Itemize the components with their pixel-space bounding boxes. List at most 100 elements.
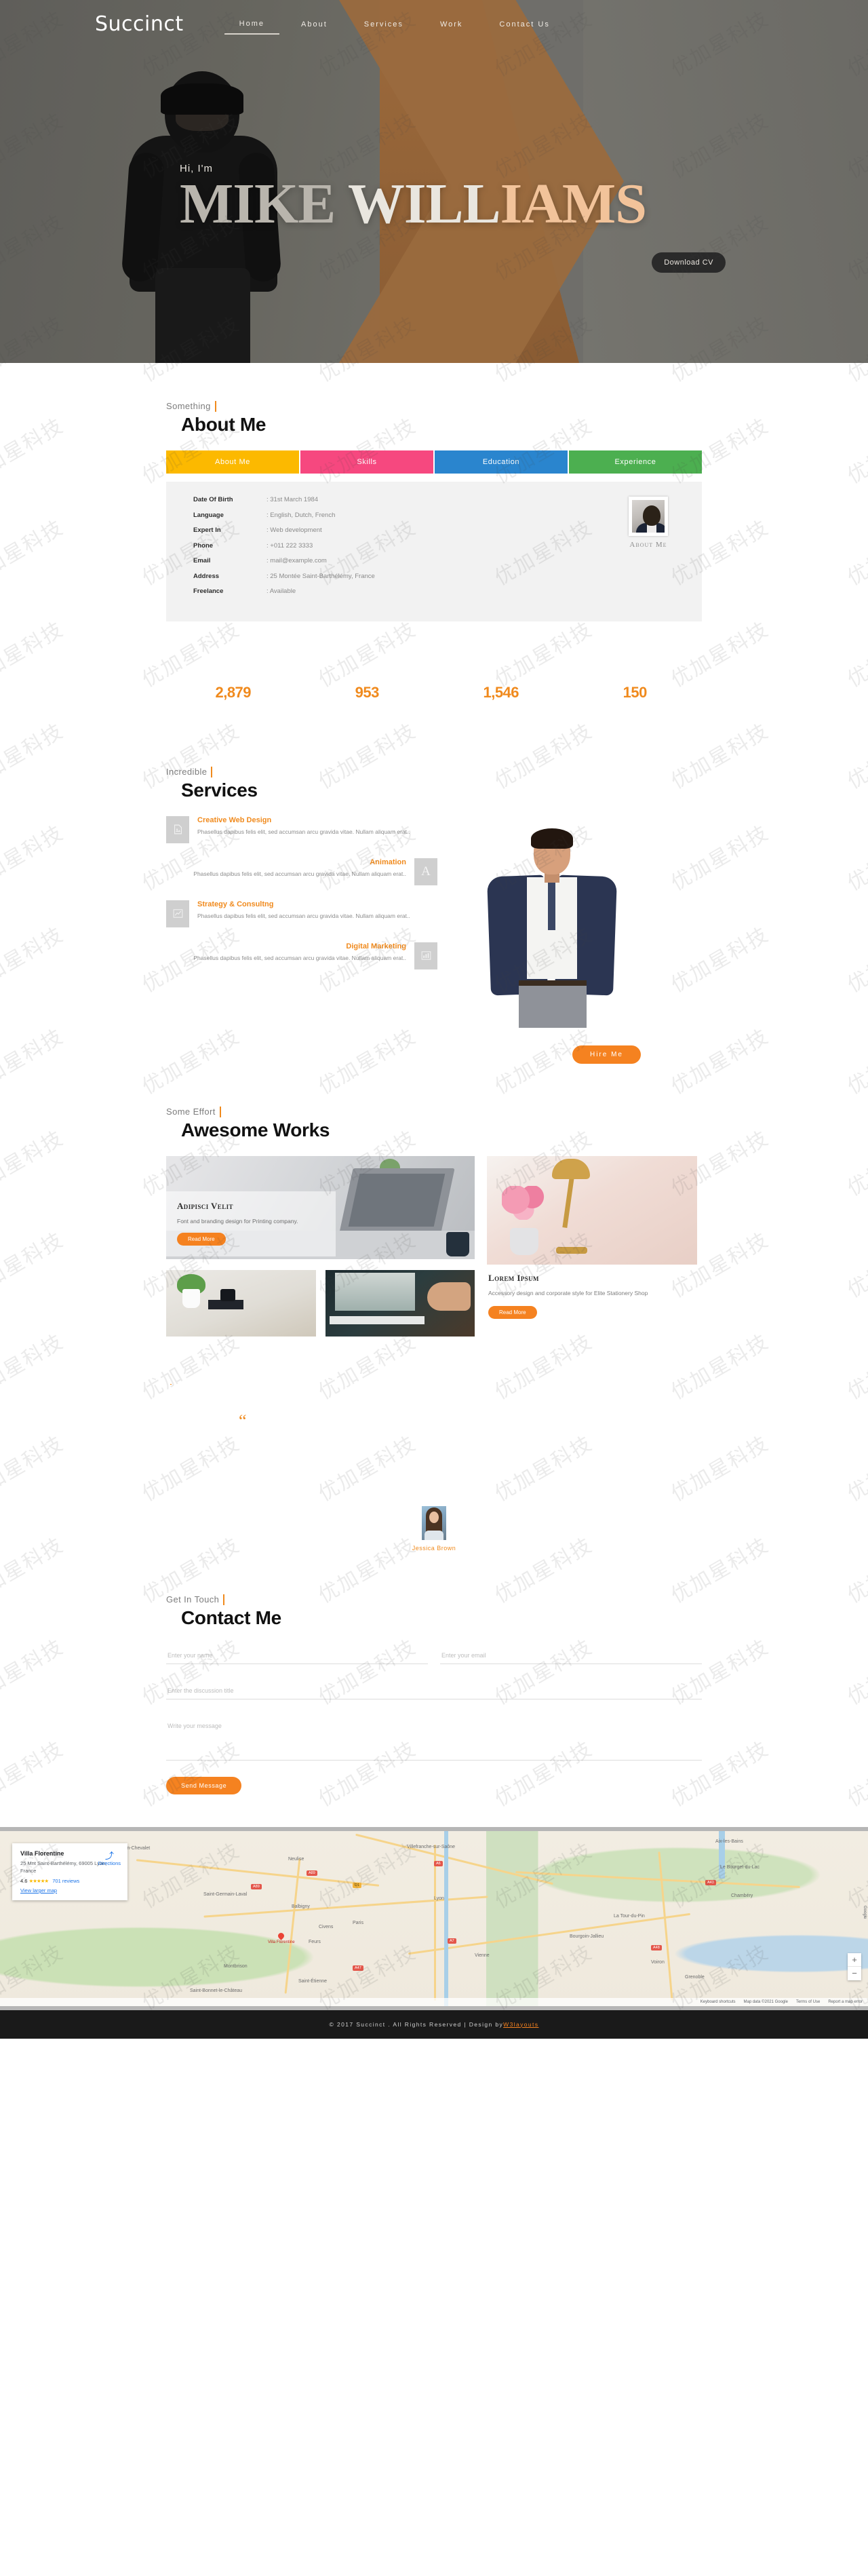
services-kicker: Incredible <box>166 766 213 777</box>
hero-name-part1: MIKE <box>180 172 336 235</box>
nav-item-home[interactable]: Home <box>224 14 279 35</box>
download-cv-button[interactable]: Download CV <box>652 252 726 273</box>
hire-me-row: Hire Me <box>166 1045 702 1064</box>
works-kicker-row: Some Effort <box>166 1106 702 1118</box>
counter-number: 150 <box>623 683 648 701</box>
contact-kicker: Get In Touch <box>166 1594 225 1605</box>
page-root: Succinct Home About Services Work Contac… <box>0 0 868 2039</box>
about-row-address: Address : 25 Montée Saint-Barthélémy, Fr… <box>193 573 375 580</box>
service-title: Strategy & Consultng <box>197 900 274 908</box>
work-featured-read-more-button[interactable]: Read More <box>177 1233 226 1246</box>
map-zoom-out-button[interactable]: − <box>848 1967 861 1980</box>
map-label: Villefranche-sur-Saône <box>407 1844 456 1849</box>
map-rating-row: 4.6 ★★★★★ 701 reviews <box>20 1878 119 1884</box>
hero-name-part2: WILL <box>347 172 501 235</box>
map-label: Neulise <box>288 1856 304 1862</box>
testimonial-kicker-row <box>166 1376 702 1388</box>
about-row-email: Email : mail@example.com <box>193 558 375 564</box>
work-card-image[interactable] <box>487 1155 697 1265</box>
works-grid: Adipisci Velit Font and branding design … <box>166 1155 702 1337</box>
works-kicker: Some Effort <box>166 1106 221 1117</box>
counters-row: 2,879 Happy Clients 953 Projects Done 1,… <box>166 684 702 713</box>
map-highway-shield: A47 <box>353 1965 363 1971</box>
map-info-card: Villa Florentine 25 Mnt Saint-Barthélémy… <box>12 1843 127 1900</box>
nav-item-about[interactable]: About <box>286 15 342 34</box>
contact-name-input[interactable] <box>166 1646 428 1664</box>
contact-message-textarea[interactable] <box>166 1716 702 1761</box>
map-data-attribution: Map data ©2021 Google <box>743 1999 788 2004</box>
map-label: Voiron <box>651 1959 665 1965</box>
service-item-digital-marketing[interactable]: Digital Marketing Phasellus dapibus feli… <box>166 942 437 969</box>
about-row-dob: Date Of Birth : 31st March 1984 <box>193 497 375 503</box>
hero-text-block: Hi, I'm MIKE WILLIAMS <box>180 163 790 233</box>
counter-item: 1,546 Cups Of Coffee <box>434 684 568 713</box>
works-thumbnails <box>166 1269 475 1337</box>
work-card-read-more-button[interactable]: Read More <box>488 1305 537 1319</box>
about-key: Phone <box>193 541 214 550</box>
about-value: : 31st March 1984 <box>267 496 319 503</box>
nav-item-contact-us[interactable]: Contact Us <box>484 15 564 34</box>
counter-item: 150 Awards Won <box>568 684 703 713</box>
hero-section: Succinct Home About Services Work Contac… <box>0 0 868 363</box>
about-details-table: Date Of Birth : 31st March 1984 Language… <box>193 497 375 604</box>
map-label: Saint-Bonnet-le-Château <box>190 1988 243 1993</box>
map-label: Vienne <box>475 1953 490 1958</box>
work-thumbnail-laptop-hand[interactable] <box>325 1269 475 1337</box>
work-featured-image[interactable]: Adipisci Velit Font and branding design … <box>166 1155 475 1259</box>
about-panel: Date Of Birth : 31st March 1984 Language… <box>166 482 702 621</box>
map-zoom-controls: + − <box>848 1953 861 1980</box>
nav-item-services[interactable]: Services <box>349 15 418 34</box>
map-report-error[interactable]: Report a map error <box>828 2000 863 2004</box>
tab-skills[interactable]: Skills <box>300 450 433 474</box>
service-title: Creative Web Design <box>197 815 272 824</box>
star-rating-icon: ★★★★★ <box>28 1878 50 1884</box>
about-key: Address <box>193 572 220 580</box>
map-location-pin[interactable]: Villa Florentine <box>268 1931 295 1944</box>
map-label: La Tour-du-Pin <box>614 1913 645 1919</box>
about-photo-wrap: About Me <box>629 497 668 549</box>
footer-design-link[interactable]: W3layouts <box>503 2021 538 2028</box>
hire-me-button[interactable]: Hire Me <box>572 1045 641 1064</box>
about-row-expert-in: Expert In : Web development <box>193 527 375 534</box>
map-view-larger-link[interactable]: View larger map <box>20 1887 119 1893</box>
counter-number: 1,546 <box>483 683 519 701</box>
contact-form: Send Message <box>166 1646 702 1794</box>
counter-number: 2,879 <box>215 683 252 701</box>
footer-copyright: © 2017 Succinct . All Rights Reserved | … <box>329 2020 504 2028</box>
tab-education[interactable]: Education <box>435 450 568 474</box>
map-zoom-in-button[interactable]: + <box>848 1953 861 1967</box>
send-message-button[interactable]: Send Message <box>166 1776 242 1794</box>
contact-email-input[interactable] <box>440 1646 702 1664</box>
service-item-strategy-consulting[interactable]: Strategy & Consultng Phasellus dapibus f… <box>166 900 437 927</box>
about-value: : 25 Montée Saint-Barthélémy, France <box>267 572 375 580</box>
contact-subject-input[interactable] <box>166 1681 702 1699</box>
map-directions-label: Directions <box>98 1860 121 1866</box>
site-logo[interactable]: Succinct <box>95 12 184 36</box>
hero-name-part3: IAMS <box>500 172 647 235</box>
tab-experience[interactable]: Experience <box>569 450 702 474</box>
map-section[interactable]: Villa Florentine 25 Mnt Saint-Barthélémy… <box>0 1826 868 2010</box>
map-directions-button[interactable]: ⤴ Directions <box>98 1851 121 1866</box>
about-portrait-image <box>629 497 668 536</box>
map-label: Paris <box>353 1920 363 1925</box>
main-nav: Home About Services Work Contact Us <box>224 14 565 35</box>
tab-about-me[interactable]: About Me <box>166 450 299 474</box>
work-thumbnail-desk-plant[interactable] <box>166 1269 316 1337</box>
map-terms-of-use[interactable]: Terms of Use <box>796 2000 820 2004</box>
map-reviews-link[interactable]: 701 reviews <box>52 1878 79 1884</box>
map-keyboard-shortcuts[interactable]: Keyboard shortcuts <box>701 2000 736 2004</box>
map-highway-shield: A89 <box>251 1883 262 1889</box>
work-featured-overlay: Adipisci Velit Font and branding design … <box>166 1191 336 1257</box>
map-label: Aix-les-Bains <box>715 1839 743 1844</box>
service-text: Phasellus dapibus felis elit, sed accums… <box>197 828 410 835</box>
service-item-animation[interactable]: A Animation Phasellus dapibus felis elit… <box>166 858 437 885</box>
line-chart-icon <box>166 900 189 927</box>
counter-label: Projects Done <box>345 705 389 713</box>
contact-section: Get In Touch Contact Me Send Message <box>0 1552 868 1808</box>
about-value: : mail@example.com <box>267 557 327 564</box>
service-item-creative-web-design[interactable]: Creative Web Design Phasellus dapibus fe… <box>166 815 437 843</box>
map-label: Saint-Germain-Laval <box>203 1891 248 1897</box>
nav-item-work[interactable]: Work <box>425 15 477 34</box>
hero-name: MIKE WILLIAMS <box>180 176 790 233</box>
top-navigation-bar: Succinct Home About Services Work Contac… <box>95 0 773 36</box>
